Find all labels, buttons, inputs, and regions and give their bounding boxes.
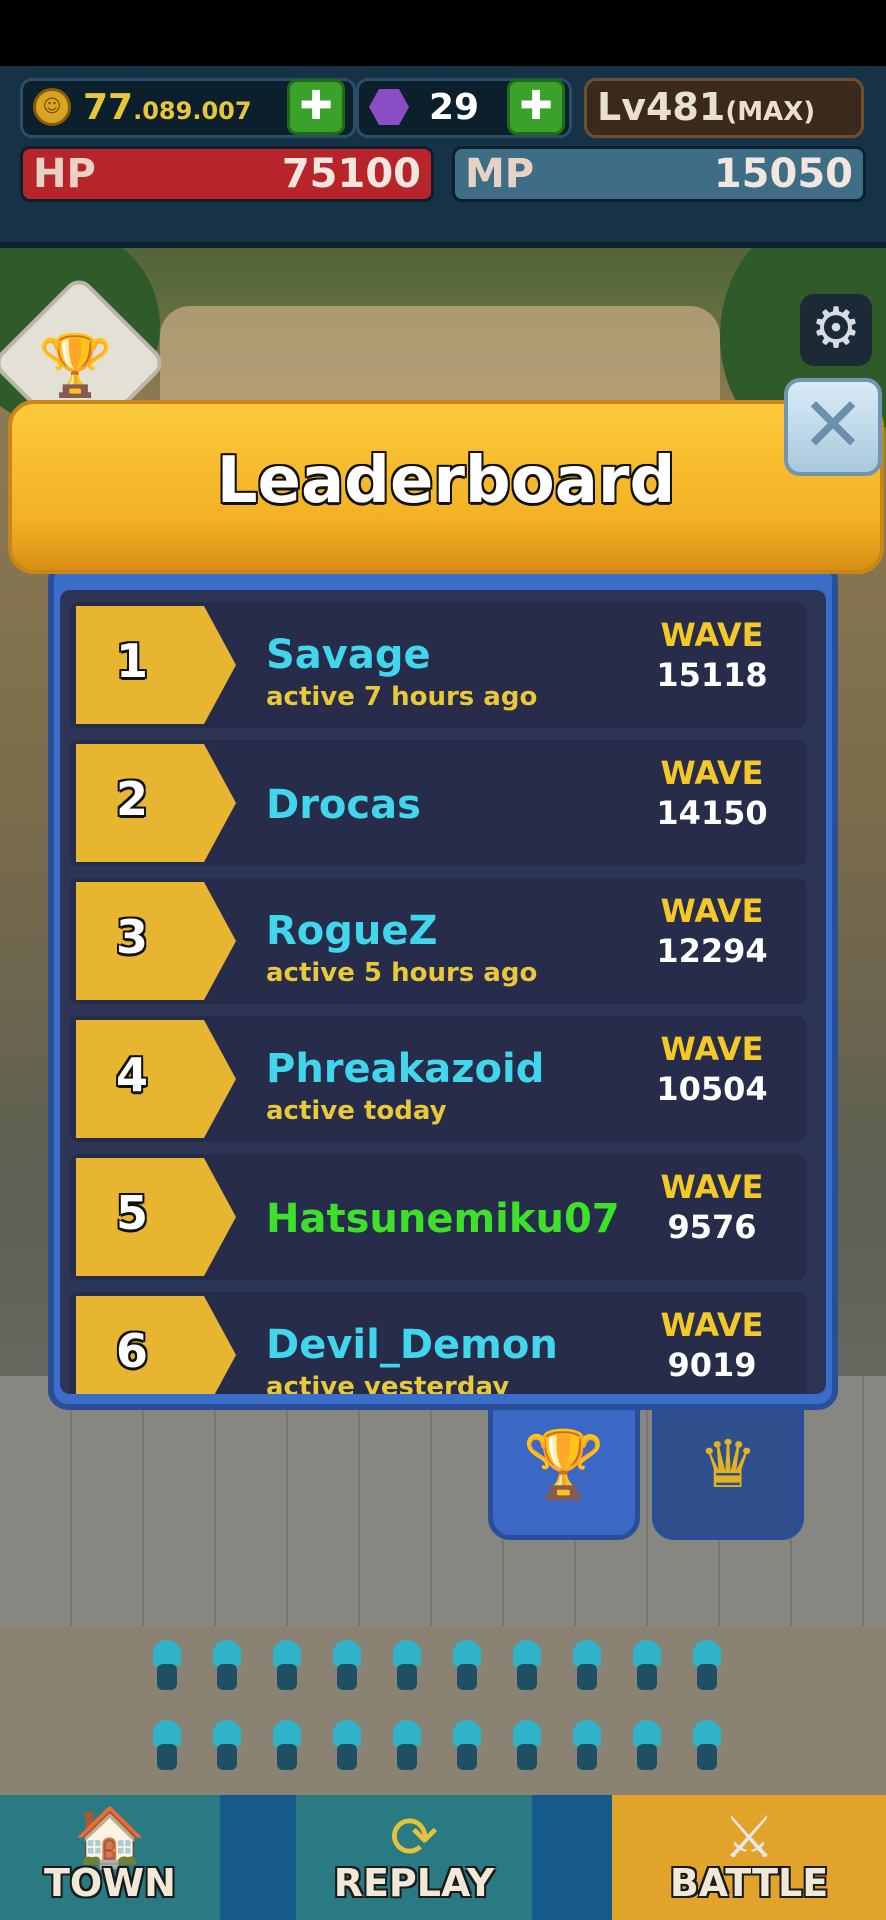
hp-label: HP — [33, 151, 96, 197]
wave-value: 15118 — [656, 656, 768, 694]
wave-label: WAVE — [660, 616, 764, 654]
leaderboard-header: Leaderboard — [8, 400, 884, 574]
soldier-unit — [330, 1720, 364, 1774]
leaderboard-row[interactable]: 6 Devil_Demon active yesterday WAVE 9019 — [70, 1292, 806, 1394]
rank-badge — [76, 1296, 236, 1394]
wave-value: 9019 — [667, 1346, 757, 1384]
mp-value: 15050 — [713, 151, 853, 197]
tab-trophy-leaderboard[interactable]: 🏆 — [488, 1410, 640, 1540]
rank-badge — [76, 1020, 236, 1138]
player-activity: active today — [266, 1096, 447, 1126]
hp-value: 75100 — [281, 151, 421, 197]
leaderboard-list[interactable]: 1 Savage active 7 hours ago WAVE 15118 2… — [60, 590, 826, 1394]
hp-bar: HP 75100 — [20, 146, 434, 202]
close-icon[interactable]: ✕ — [784, 378, 882, 476]
rank-badge — [76, 882, 236, 1000]
soldier-unit — [630, 1720, 664, 1774]
soldier-unit — [270, 1640, 304, 1694]
soldier-unit — [510, 1720, 544, 1774]
town-label: TOWN — [44, 1861, 176, 1905]
wave-label: WAVE — [660, 1168, 764, 1206]
player-activity: active yesterday — [266, 1372, 510, 1394]
player-name: Hatsunemiku07 — [266, 1196, 620, 1242]
wave-value: 12294 — [656, 932, 768, 970]
wave-value: 9576 — [667, 1208, 757, 1246]
tab-crown-leaderboard[interactable]: ♛ — [652, 1410, 804, 1540]
leaderboard-row[interactable]: 3 RogueZ active 5 hours ago WAVE 12294 — [70, 878, 806, 1004]
gems-value: 29 — [429, 87, 480, 128]
soldier-unit — [690, 1640, 724, 1694]
rank-number: 6 — [116, 1324, 149, 1378]
settings-gear-icon[interactable]: ⚙ — [800, 294, 872, 366]
leaderboard-title: Leaderboard — [216, 444, 676, 518]
player-activity: active 5 hours ago — [266, 958, 538, 988]
player-name: Drocas — [266, 782, 421, 828]
leaderboard-row[interactable]: 2 Drocas WAVE 14150 — [70, 740, 806, 866]
gems-panel: 29 ✚ — [356, 78, 572, 138]
player-name: RogueZ — [266, 908, 438, 954]
wave-label: WAVE — [660, 754, 764, 792]
rank-badge — [76, 606, 236, 724]
coins-panel: ☺ 77.089.007 ✚ — [20, 78, 356, 138]
rank-badge — [76, 744, 236, 862]
add-gems-button[interactable]: ✚ — [507, 79, 565, 135]
soldier-unit — [390, 1720, 424, 1774]
player-name: Savage — [266, 632, 431, 678]
soldier-unit — [570, 1720, 604, 1774]
soldier-unit — [210, 1640, 244, 1694]
coins-value: 77.089.007 — [83, 87, 252, 128]
wave-label: WAVE — [660, 892, 764, 930]
player-name: Phreakazoid — [266, 1046, 545, 1092]
rank-number: 2 — [116, 772, 149, 826]
rank-number: 1 — [116, 634, 149, 688]
replay-label: REPLAY — [333, 1861, 495, 1905]
player-name: Devil_Demon — [266, 1322, 558, 1368]
battle-button[interactable]: ⚔ BATTLE — [612, 1795, 886, 1920]
gem-icon — [369, 89, 409, 125]
trophy-icon: 🏆 — [522, 1426, 606, 1503]
crown-icon: ♛ — [698, 1426, 758, 1503]
rank-badge — [76, 1158, 236, 1276]
rank-number: 4 — [116, 1048, 149, 1102]
leaderboard-row[interactable]: 5 Hatsunemiku07 WAVE 9576 — [70, 1154, 806, 1280]
soldier-unit — [150, 1640, 184, 1694]
town-button[interactable]: 🏠 TOWN — [0, 1795, 220, 1920]
wave-label: WAVE — [660, 1306, 764, 1344]
soldier-unit — [390, 1640, 424, 1694]
battle-label: BATTLE — [669, 1861, 829, 1905]
player-activity: active 7 hours ago — [266, 682, 538, 712]
soldier-unit — [330, 1640, 364, 1694]
replay-button[interactable]: ⟳ REPLAY — [296, 1795, 532, 1920]
coin-icon: ☺ — [33, 88, 71, 126]
wave-label: WAVE — [660, 1030, 764, 1068]
soldier-unit — [270, 1720, 304, 1774]
rank-number: 5 — [116, 1186, 149, 1240]
leaderboard-row[interactable]: 4 Phreakazoid active today WAVE 10504 — [70, 1016, 806, 1142]
soldier-unit — [450, 1640, 484, 1694]
add-coins-button[interactable]: ✚ — [287, 79, 345, 135]
wave-value: 10504 — [656, 1070, 768, 1108]
leaderboard-row[interactable]: 1 Savage active 7 hours ago WAVE 15118 — [70, 602, 806, 728]
level-panel: Lv481(MAX) — [584, 78, 864, 138]
soldier-unit — [510, 1640, 544, 1694]
soldier-unit — [210, 1720, 244, 1774]
wave-value: 14150 — [656, 794, 768, 832]
level-value: Lv481(MAX) — [597, 85, 816, 129]
mp-label: MP — [465, 151, 535, 197]
soldier-unit — [570, 1640, 604, 1694]
bottom-nav: 🏠 TOWN ⟳ REPLAY ⚔ BATTLE — [0, 1795, 886, 1920]
rank-number: 3 — [116, 910, 149, 964]
soldier-unit — [630, 1640, 664, 1694]
soldier-unit — [150, 1720, 184, 1774]
soldier-unit — [450, 1720, 484, 1774]
status-bar — [0, 0, 886, 66]
trophy-icon: 🏆 — [38, 331, 113, 401]
mp-bar: MP 15050 — [452, 146, 866, 202]
soldier-unit — [690, 1720, 724, 1774]
